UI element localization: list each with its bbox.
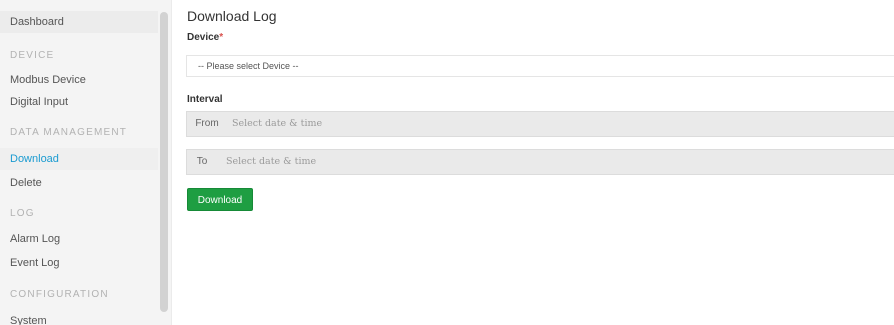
sidebar-item-dashboard[interactable]: Dashboard xyxy=(0,11,158,33)
from-datetime-input[interactable]: Select date & time xyxy=(232,112,894,136)
interval-label: Interval xyxy=(187,94,223,105)
to-datetime-input[interactable]: Select date & time xyxy=(226,150,894,174)
sidebar-section-configuration: CONFIGURATION xyxy=(10,289,109,300)
sidebar-item-modbus-device[interactable]: Modbus Device xyxy=(0,69,158,91)
sidebar-item-digital-input[interactable]: Digital Input xyxy=(0,91,158,113)
sidebar-section-device: DEVICE xyxy=(10,50,55,61)
page-title: Download Log xyxy=(187,8,277,24)
sidebar-item-system[interactable]: System xyxy=(0,310,158,325)
to-input-group: To Select date & time xyxy=(186,149,894,175)
sidebar-item-download[interactable]: Download xyxy=(0,148,158,170)
from-addon: From xyxy=(195,118,219,129)
required-mark: * xyxy=(219,32,224,43)
device-label-text: Device xyxy=(187,32,220,43)
sidebar-section-data-management: DATA MANAGEMENT xyxy=(10,127,128,138)
to-addon: To xyxy=(196,156,208,167)
from-input-group: From Select date & time xyxy=(186,111,894,137)
device-select-value: -- Please select Device -- xyxy=(198,61,299,71)
sidebar-item-delete[interactable]: Delete xyxy=(0,172,158,194)
download-button[interactable]: Download xyxy=(187,188,253,211)
main-content: Download Log Device* -- Please select De… xyxy=(172,0,894,325)
device-label: Device* xyxy=(187,32,223,43)
sidebar: Dashboard DEVICE Modbus Device Digital I… xyxy=(0,0,172,325)
sidebar-item-event-log[interactable]: Event Log xyxy=(0,252,158,274)
sidebar-section-log: LOG xyxy=(10,208,35,219)
sidebar-item-alarm-log[interactable]: Alarm Log xyxy=(0,228,158,250)
device-select[interactable]: -- Please select Device -- ↕ xyxy=(186,55,894,77)
sidebar-scrollbar[interactable] xyxy=(160,12,168,312)
